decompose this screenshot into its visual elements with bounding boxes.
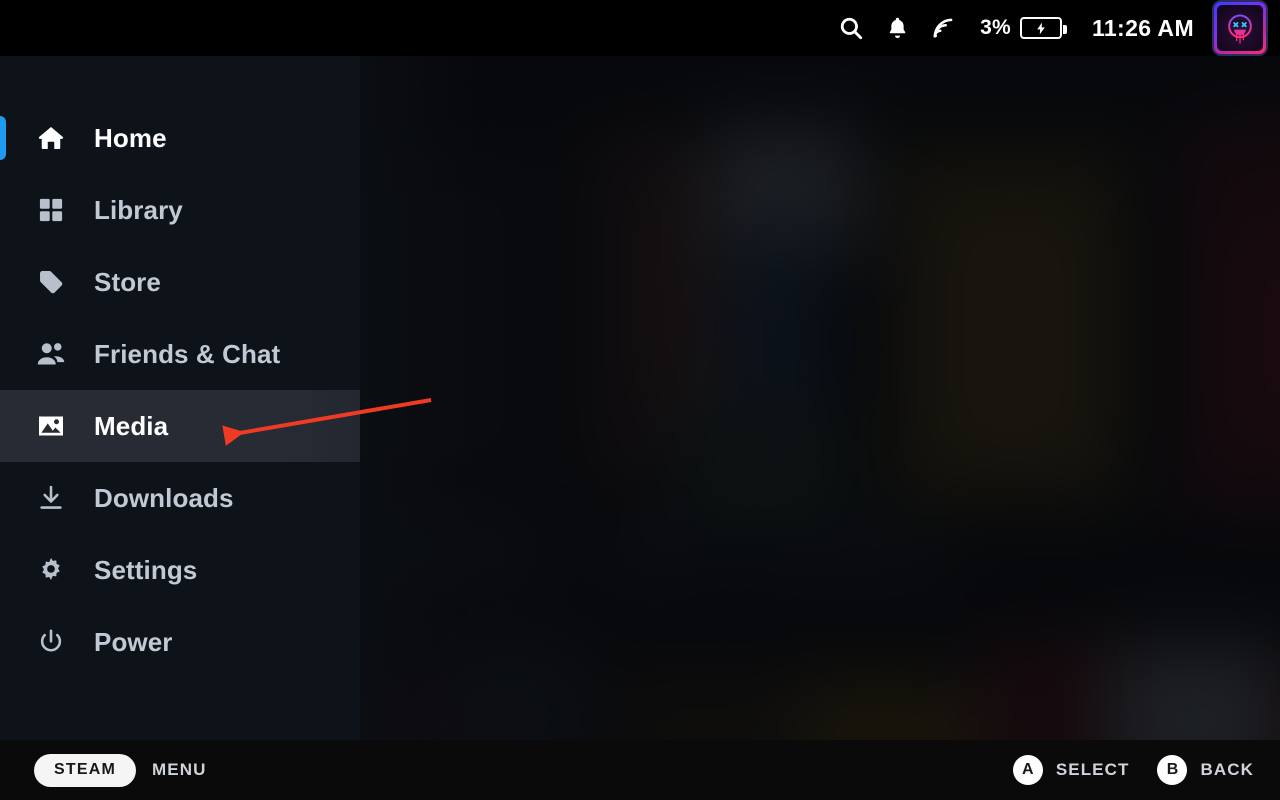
sidebar-item-downloads[interactable]: Downloads [0, 462, 360, 534]
search-icon[interactable] [828, 0, 874, 56]
clock: 11:26 AM [1091, 14, 1194, 41]
sidebar-item-label: Friends & Chat [94, 338, 281, 369]
backdrop-edge-fade [360, 56, 480, 740]
grid-icon [34, 193, 68, 227]
b-button-icon: B [1157, 755, 1188, 785]
hint-label: BACK [1200, 760, 1254, 779]
people-icon [34, 337, 68, 371]
sidebar-item-label: Media [94, 410, 169, 441]
image-icon [34, 409, 68, 443]
backdrop-blur-layer [360, 56, 1280, 740]
steam-deck-gaming-mode: 3% 11:26 AM Home Library Store Friends &… [0, 0, 1280, 800]
avatar[interactable] [1214, 2, 1266, 54]
sidebar-item-label: Home [94, 122, 167, 153]
sidebar-item-settings[interactable]: Settings [0, 534, 360, 606]
sidebar-item-friends-and-chat[interactable]: Friends & Chat [0, 318, 360, 390]
status-bar: 3% 11:26 AM [0, 0, 1280, 56]
sidebar-item-library[interactable]: Library [0, 174, 360, 246]
sidebar-item-label: Power [94, 626, 173, 657]
hint-select: A SELECT [1012, 755, 1130, 785]
download-icon [34, 481, 68, 515]
gear-icon [34, 553, 68, 587]
home-icon [34, 121, 68, 155]
battery-status: 3% [980, 16, 1067, 40]
blurred-library-backdrop [360, 56, 1280, 740]
battery-charging-icon [1019, 17, 1067, 39]
menu-label: MENU [152, 760, 207, 779]
sidebar-item-label: Store [94, 266, 161, 297]
bottom-hint-bar: STEAM MENU A SELECT B BACK [0, 740, 1280, 800]
steam-button[interactable]: STEAM [34, 753, 136, 787]
bell-icon[interactable] [874, 0, 920, 56]
wifi-icon[interactable] [920, 0, 966, 56]
sidebar-item-power[interactable]: Power [0, 606, 360, 678]
sidebar-item-store[interactable]: Store [0, 246, 360, 318]
battery-percent: 3% [980, 16, 1011, 39]
sidebar-item-label: Library [94, 194, 183, 225]
tag-icon [34, 265, 68, 299]
sidebar-item-media[interactable]: Media [0, 390, 360, 462]
user-avatar-neon-smiley-icon [1217, 5, 1263, 51]
sidebar-item-label: Downloads [94, 482, 234, 513]
a-button-icon: A [1012, 755, 1043, 785]
sidebar-item-label: Settings [94, 554, 198, 585]
power-icon [34, 625, 68, 659]
main-menu-sidebar: Home Library Store Friends & Chat Media … [0, 56, 360, 740]
hint-back: B BACK [1157, 755, 1254, 785]
hint-label: SELECT [1055, 760, 1130, 779]
focus-indicator [0, 116, 6, 160]
sidebar-item-home[interactable]: Home [0, 102, 360, 174]
